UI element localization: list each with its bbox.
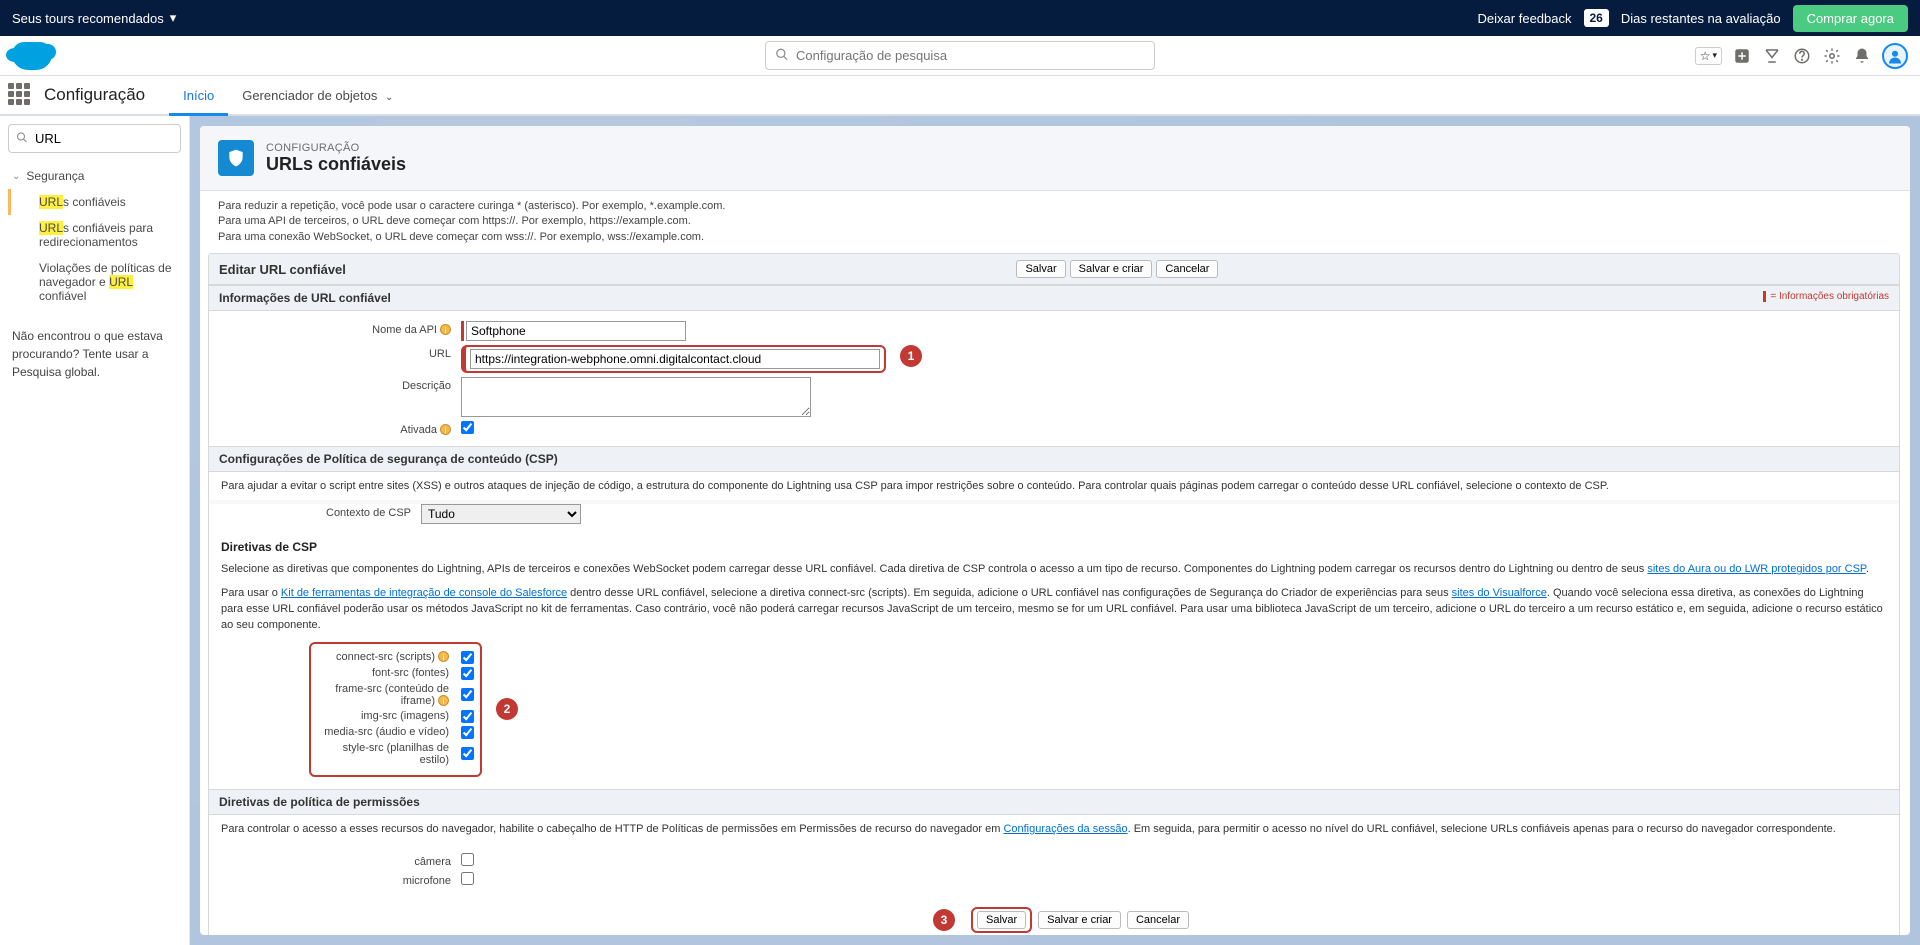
style-src-checkbox[interactable] (461, 747, 474, 760)
img-src-checkbox[interactable] (461, 710, 474, 723)
cancel-button-top[interactable]: Cancelar (1156, 260, 1218, 278)
recommended-tours[interactable]: Seus tours recomendados ▾ (12, 10, 176, 26)
description-textarea[interactable] (461, 377, 811, 417)
tree-section-label: Segurança (26, 169, 84, 183)
api-name-label: Nome da APIi (221, 321, 461, 336)
shield-icon (218, 140, 254, 176)
font-src-label: font-src (fontes) (317, 667, 457, 679)
page-header: CONFIGURAÇÃO URLs confiáveis (200, 126, 1910, 191)
camera-checkbox[interactable] (461, 853, 474, 866)
setup-tree-sidebar: ⌄ Segurança URLs confiáveis URLs confiáv… (0, 116, 190, 945)
section-permissions-title: Diretivas de política de permissões (219, 795, 420, 809)
chevron-down-icon: ▾ (170, 10, 177, 26)
app-title: Configuração (44, 85, 145, 105)
aura-lwr-link[interactable]: sites do Aura ou do LWR protegidos por C… (1647, 563, 1866, 575)
intro-text: Para reduzir a repetição, você pode usar… (200, 191, 1908, 253)
sidebar-help-text: Não encontrou o que estava procurando? T… (8, 327, 181, 381)
toolkit-link[interactable]: Kit de ferramentas de integração de cons… (281, 587, 567, 599)
required-note: = Informações obrigatórias (1763, 291, 1889, 305)
tab-object-manager[interactable]: Gerenciador de objetos ⌄ (228, 77, 407, 114)
leave-feedback-link[interactable]: Deixar feedback (1478, 11, 1572, 26)
recommended-tours-label: Seus tours recomendados (12, 11, 164, 26)
global-search-input[interactable] (765, 41, 1155, 70)
permissions-text: Para controlar o acesso a esses recursos… (209, 815, 1899, 843)
save-button-top[interactable]: Salvar (1016, 260, 1065, 278)
user-avatar[interactable] (1882, 43, 1908, 69)
favorites-menu[interactable]: ☆ ▾ (1695, 47, 1722, 65)
microphone-label: microfone (221, 872, 461, 887)
csp-directives-header: Diretivas de CSP (209, 534, 1899, 558)
help-orb-icon[interactable]: i (438, 695, 449, 706)
save-and-create-button-top[interactable]: Salvar e criar (1070, 260, 1153, 278)
section-csp-title: Configurações de Política de segurança d… (219, 452, 558, 466)
trial-days-badge: 26 (1584, 9, 1609, 27)
search-icon (775, 47, 789, 64)
font-src-checkbox[interactable] (461, 667, 474, 680)
tab-object-manager-label: Gerenciador de objetos (242, 88, 377, 103)
buy-now-button[interactable]: Comprar agora (1793, 5, 1908, 32)
sidebar-item-trusted-urls[interactable]: URLs confiáveis (8, 189, 181, 215)
visualforce-link[interactable]: sites do Visualforce (1452, 587, 1547, 599)
csp-description: Para ajudar a evitar o script entre site… (209, 472, 1899, 500)
star-icon: ☆ (1700, 49, 1711, 63)
gear-icon[interactable] (1822, 46, 1842, 66)
media-src-label: media-src (áudio e vídeo) (317, 726, 457, 738)
csp-select-text-1: Selecione as diretivas que componentes d… (209, 558, 1899, 582)
page-sup-title: CONFIGURAÇÃO (266, 142, 406, 154)
api-name-input[interactable] (466, 321, 686, 341)
frame-src-checkbox[interactable] (461, 688, 474, 701)
help-orb-icon[interactable]: i (440, 424, 451, 435)
save-and-create-button-bottom[interactable]: Salvar e criar (1038, 911, 1121, 929)
salesforce-logo[interactable] (12, 42, 52, 70)
connect-src-checkbox[interactable] (461, 651, 474, 664)
callout-3: 3 (933, 909, 955, 931)
callout-1: 1 (900, 345, 922, 367)
description-label: Descrição (221, 377, 461, 392)
save-button-bottom[interactable]: Salvar (977, 911, 1026, 929)
style-src-label: style-src (planilhas de estilo) (317, 742, 457, 766)
img-src-label: img-src (imagens) (317, 710, 457, 722)
tree-search-input[interactable] (8, 124, 181, 153)
url-input[interactable] (470, 349, 880, 369)
active-checkbox[interactable] (461, 421, 474, 434)
content-scroll-area[interactable]: Para reduzir a repetição, você pode usar… (200, 191, 1910, 935)
csp-select-text-2: Para usar o Kit de ferramentas de integr… (209, 582, 1899, 638)
bell-icon[interactable] (1852, 46, 1872, 66)
csp-context-label: Contexto de CSP (221, 504, 421, 519)
frame-src-label: frame-src (conteúdo de iframe)i (317, 683, 457, 707)
csp-context-select[interactable]: Tudo (421, 504, 581, 524)
trial-text: Dias restantes na avaliação (1621, 11, 1781, 26)
active-label: Ativadai (221, 421, 461, 436)
help-orb-icon[interactable]: i (438, 651, 449, 662)
app-launcher-icon[interactable] (8, 83, 32, 107)
help-orb-icon[interactable]: i (440, 324, 451, 335)
tree-section-security[interactable]: ⌄ Segurança (8, 163, 181, 189)
edit-pane-title: Editar URL confiável (219, 262, 346, 277)
connect-src-label: connect-src (scripts)i (317, 651, 457, 663)
microphone-checkbox[interactable] (461, 872, 474, 885)
search-icon (16, 131, 28, 146)
cancel-button-bottom[interactable]: Cancelar (1127, 911, 1189, 929)
chevron-down-icon: ▾ (1712, 50, 1717, 61)
callout-2: 2 (496, 698, 518, 720)
sidebar-item-policy-violations[interactable]: Violações de políticas de navegador e UR… (8, 255, 181, 309)
add-icon[interactable] (1732, 46, 1752, 66)
section-info-title: Informações de URL confiável (219, 291, 391, 305)
tab-home[interactable]: Início (169, 77, 228, 114)
session-settings-link[interactable]: Configurações da sessão (1003, 823, 1127, 835)
media-src-checkbox[interactable] (461, 726, 474, 739)
camera-label: câmera (221, 853, 461, 868)
help-icon[interactable] (1792, 46, 1812, 66)
salesforce-help-icon[interactable] (1762, 46, 1782, 66)
url-label: URL (221, 345, 461, 360)
chevron-down-icon: ⌄ (12, 171, 20, 182)
page-title: URLs confiáveis (266, 154, 406, 175)
chevron-down-icon: ⌄ (385, 92, 393, 103)
sidebar-item-redirect-urls[interactable]: URLs confiáveis para redirecionamentos (8, 215, 181, 255)
